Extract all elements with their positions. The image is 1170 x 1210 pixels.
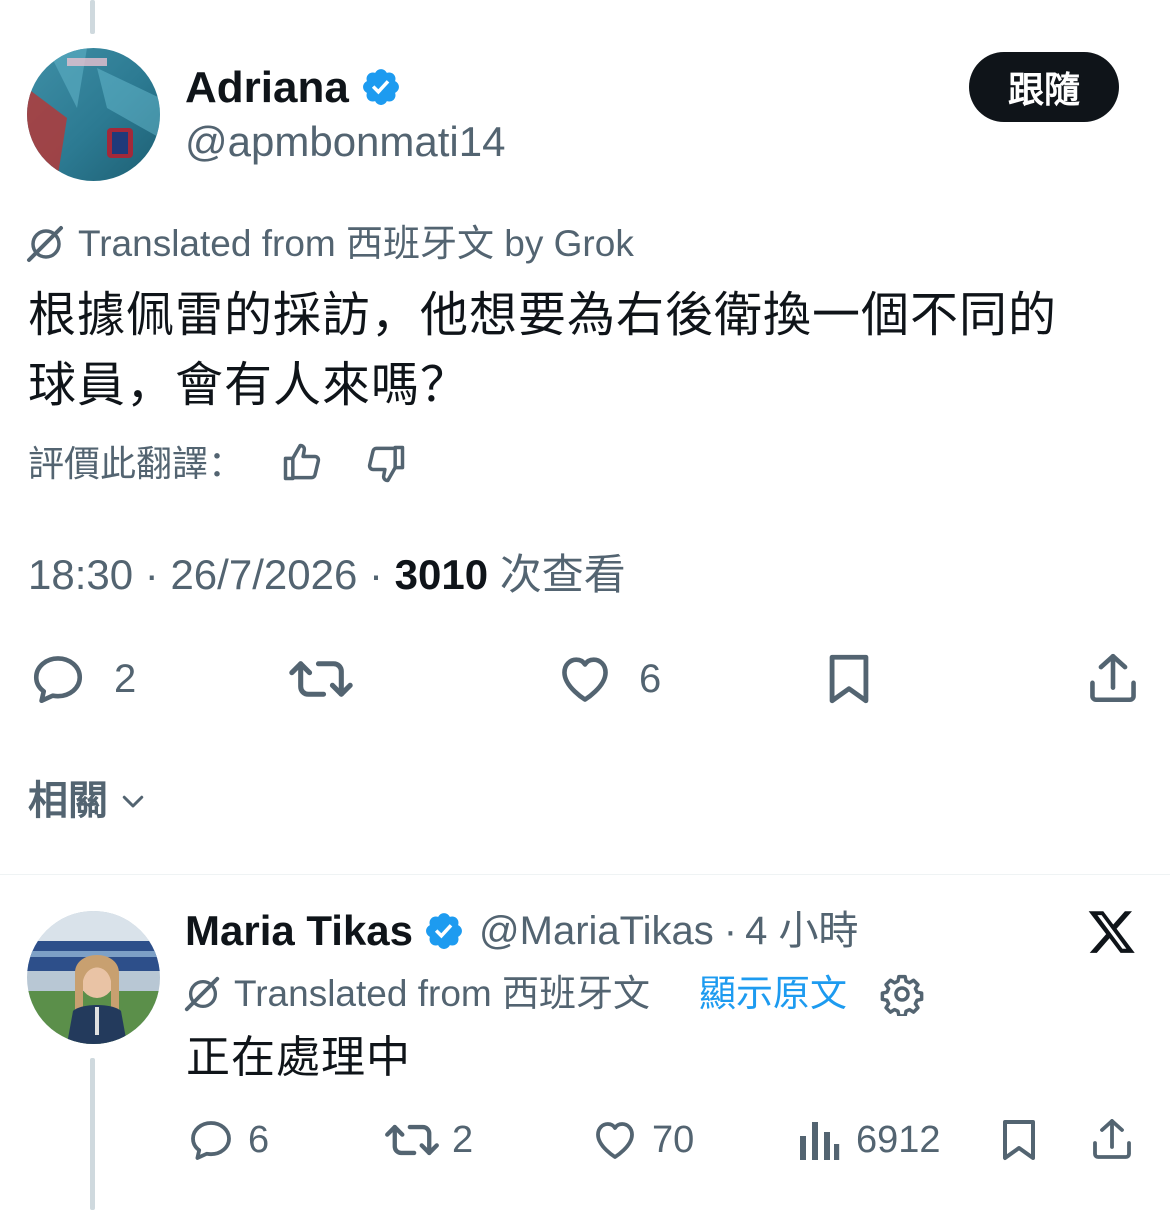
reply-reply-button[interactable]: 6 [186, 1116, 269, 1164]
follow-button[interactable]: 跟隨 [969, 52, 1119, 122]
meta-separator: · [368, 551, 383, 598]
like-count: 6 [639, 656, 662, 701]
reply-button[interactable]: 2 [28, 650, 136, 708]
reply-verified-badge-icon [423, 910, 465, 952]
translation-note: Translated from 西班牙文 by Grok [78, 223, 634, 264]
share-icon [1088, 1114, 1136, 1164]
avatar[interactable] [27, 48, 160, 181]
author-handle[interactable]: @apmbonmati14 [185, 116, 505, 168]
reply-like-button[interactable]: 70 [590, 1116, 694, 1164]
reply-reply-count: 6 [248, 1118, 270, 1161]
tweet-text-line1: 根據佩雷的採訪，他想要為右後衛換一個不同的 [28, 289, 1058, 342]
reply-views-button[interactable]: 6912 [796, 1116, 941, 1164]
reply-time[interactable]: 4 小時 [745, 905, 858, 957]
reply-grok-translate-icon [183, 974, 223, 1019]
like-button[interactable]: 6 [555, 650, 661, 708]
meta-separator: · [144, 551, 159, 598]
grok-translate-icon [25, 224, 67, 269]
reply-retweet-button[interactable]: 2 [384, 1116, 473, 1164]
thread-line-bottom [90, 1058, 95, 1210]
gear-icon[interactable] [880, 972, 924, 1021]
heart-icon [590, 1116, 640, 1164]
reply-count: 2 [114, 656, 137, 701]
reply-retweet-count: 2 [452, 1118, 474, 1161]
reply-translation-note: Translated from 西班牙文 [234, 973, 650, 1014]
section-divider [0, 874, 1170, 875]
bookmark-icon [996, 1116, 1042, 1164]
author-name[interactable]: Adriana [185, 62, 349, 114]
reply-avatar-image [27, 911, 160, 1044]
heart-icon [555, 650, 615, 708]
x-logo-icon[interactable] [1086, 906, 1138, 961]
reply-icon [28, 650, 88, 708]
tweet-meta: 18:30 · 26/7/2026 · 3010 次查看 [28, 550, 626, 600]
related-toggle[interactable]: 相關 [28, 776, 150, 826]
verified-badge-icon [360, 66, 402, 113]
reply-share-button[interactable] [1088, 1114, 1136, 1164]
show-original-link[interactable]: 顯示原文 [699, 972, 847, 1016]
reply-like-count: 70 [652, 1118, 695, 1161]
retweet-icon [384, 1116, 440, 1164]
bookmark-button[interactable] [822, 650, 876, 708]
chevron-down-icon [116, 786, 150, 821]
share-button[interactable] [1084, 648, 1142, 708]
views-label: 次查看 [499, 551, 626, 598]
tweet-text-line2: 球員，會有人來嗎？ [28, 359, 470, 412]
share-icon [1084, 648, 1142, 708]
reply-author-name[interactable]: Maria Tikas [185, 905, 413, 957]
tweet-time[interactable]: 18:30 [28, 551, 133, 598]
thumbs-down-icon[interactable] [364, 442, 408, 486]
reply-author-handle[interactable]: @MariaTikas [479, 905, 714, 957]
related-label: 相關 [28, 779, 108, 823]
reply-avatar[interactable] [27, 911, 160, 1044]
bookmark-icon [822, 650, 876, 708]
views-count: 3010 [394, 551, 489, 598]
rate-translation-label: 評價此翻譯： [28, 443, 245, 484]
reply-view-count: 6912 [856, 1118, 941, 1161]
reply-header: Maria Tikas @MariaTikas · 4 小時 [185, 905, 858, 957]
analytics-bars-icon [796, 1116, 840, 1164]
retweet-icon [288, 650, 354, 708]
reply-text: 正在處理中 [186, 1033, 411, 1082]
thread-line-top [90, 0, 95, 34]
reply-separator: · [723, 909, 738, 953]
tweet-date[interactable]: 26/7/2026 [170, 551, 357, 598]
thumbs-up-icon[interactable] [280, 440, 324, 484]
reply-icon [186, 1116, 236, 1164]
avatar-image [27, 48, 160, 181]
reply-bookmark-button[interactable] [996, 1116, 1042, 1164]
retweet-button[interactable] [288, 650, 382, 708]
